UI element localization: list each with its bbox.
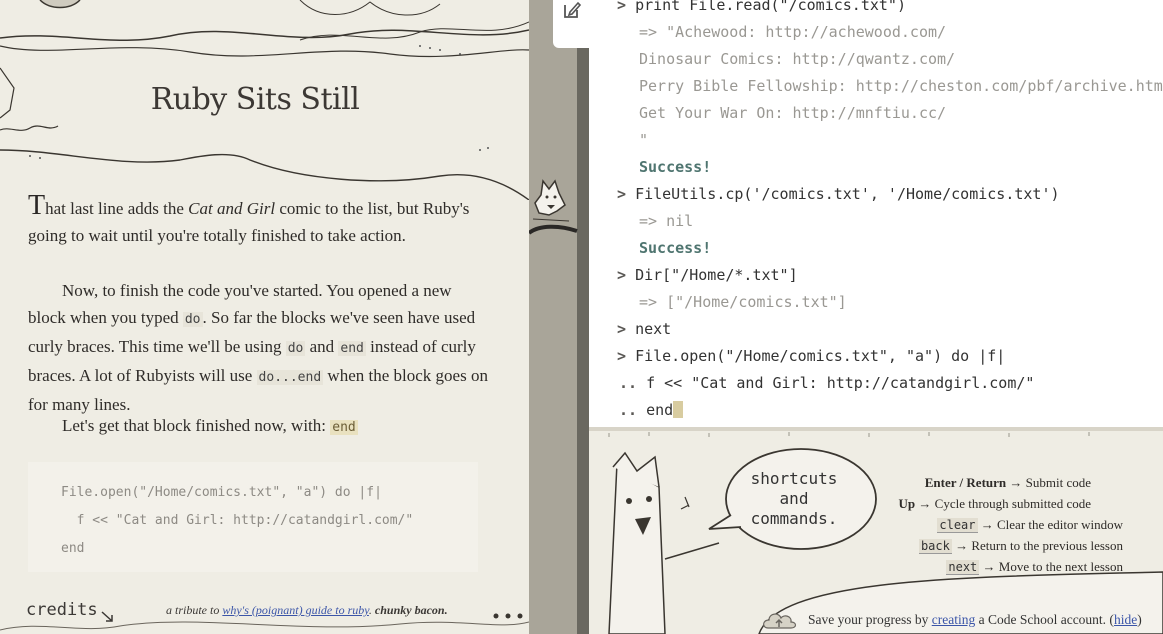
shortcut-row: next → Move to the next lesson: [946, 559, 1123, 575]
console-output-line: => nil: [639, 208, 693, 235]
console-line-text: Success!: [639, 158, 712, 176]
console-prompt: ..: [619, 374, 647, 392]
text-cursor: [673, 401, 684, 418]
console-line-text: print File.read("/comics.txt"): [635, 0, 906, 14]
shortcut-key: back: [918, 539, 952, 554]
shortcut-row: back → Return to the previous lesson: [918, 538, 1123, 554]
code-sample-line: end: [61, 541, 85, 556]
credits-link[interactable]: credits: [26, 600, 98, 620]
console-line-text: File.open("/Home/comics.txt", "a") do |f…: [635, 347, 1006, 365]
console-line-text: ": [639, 131, 649, 149]
console-output-line: Dinosaur Comics: http://qwantz.com/: [639, 46, 955, 73]
inline-code: do...end: [256, 370, 324, 385]
console-input-line: > Dir["/Home/*.txt"]: [617, 262, 798, 289]
shortcut-row: clear → Clear the editor window: [937, 517, 1123, 533]
lesson-paragraph-3: Let's get that block finished now, with:…: [62, 416, 358, 435]
console-output-line: => "Achewood: http://achewood.com/: [639, 19, 946, 46]
console-line-text: Dinosaur Comics: http://qwantz.com/: [639, 50, 956, 68]
console-input-line: .. f << "Cat and Girl: http://catandgirl…: [619, 370, 1034, 397]
console-output-line: => ["/Home/comics.txt"]: [639, 289, 847, 316]
shortcut-description: → Cycle through submitted code: [915, 496, 1091, 511]
console-line-text: Dir["/Home/*.txt"]: [635, 266, 798, 284]
shortcuts-panel: shortcuts and commands. Enter / Return →…: [589, 427, 1163, 634]
drop-cap: T: [28, 190, 46, 221]
shortcut-description: → Return to the previous lesson: [951, 538, 1123, 553]
console-prompt: ..: [619, 401, 647, 419]
tribute-link[interactable]: why's (poignant) guide to ruby: [222, 603, 369, 617]
console-prompt: >: [617, 266, 636, 284]
shortcut-description: → Submit code: [1006, 475, 1091, 490]
edit-button[interactable]: [553, 0, 589, 48]
shortcut-row: Enter / Return → Submit code: [925, 475, 1091, 491]
console-prompt: >: [617, 0, 636, 14]
console[interactable]: > print File.read("/comics.txt") => "Ach…: [589, 0, 1163, 427]
fox-mascot-icon: [529, 179, 578, 235]
shortcut-description: → Move to the next lesson: [979, 559, 1123, 574]
shortcut-key: Enter / Return: [924, 475, 1007, 490]
console-input-line: > File.open("/Home/comics.txt", "a") do …: [617, 343, 1005, 370]
code-sample: File.open("/Home/comics.txt", "a") do |f…: [28, 462, 478, 572]
inline-code: do: [182, 312, 203, 327]
console-line-text: f << "Cat and Girl: http://catandgirl.co…: [646, 374, 1035, 392]
shortcut-description: → Clear the editor window: [977, 517, 1123, 532]
save-progress-notice: Save your progress by creating a Code Sc…: [808, 612, 1142, 627]
console-output-line: Get Your War On: http://mnftiu.cc/: [639, 100, 946, 127]
create-account-link[interactable]: creating: [932, 612, 975, 627]
code-sample-line: File.open("/Home/comics.txt", "a") do |f…: [61, 485, 382, 500]
lesson-paragraph-2: Now, to finish the code you've started. …: [28, 281, 488, 414]
inline-code: end: [338, 341, 366, 356]
console-line-text: => "Achewood: http://achewood.com/: [639, 23, 947, 41]
divider-track: [577, 0, 589, 634]
tribute-text: a tribute to why's (poignant) guide to r…: [166, 603, 448, 617]
shortcut-key: Up: [898, 496, 916, 511]
console-input-line: > FileUtils.cp('/comics.txt', '/Home/com…: [617, 181, 1060, 208]
console-line-text: next: [635, 320, 672, 338]
panel-divider[interactable]: [529, 0, 589, 634]
inline-code: do: [285, 341, 306, 356]
highlighted-code: end: [330, 420, 358, 435]
console-line-text: Perry Bible Fellowship: http://cheston.c…: [639, 77, 1163, 95]
console-input-line: > print File.read("/comics.txt"): [617, 0, 906, 19]
console-prompt: >: [617, 185, 636, 203]
hide-link[interactable]: hide: [1114, 612, 1137, 627]
console-line-text: Success!: [639, 239, 712, 257]
lesson-panel: Ruby Sits Still That last line adds the …: [0, 0, 529, 634]
arrow-down-right-icon: [101, 611, 113, 622]
console-line-text: FileUtils.cp('/comics.txt', '/Home/comic…: [635, 185, 1060, 203]
lesson-paragraph-1: That last line adds the Cat and Girl com…: [28, 190, 470, 246]
edit-pencil-icon: [564, 1, 582, 18]
console-input-line: .. end: [619, 397, 684, 424]
console-success-line: Success!: [639, 154, 711, 181]
console-input-line: > next: [617, 316, 671, 343]
shortcut-key: clear: [937, 518, 978, 533]
console-success-line: Success!: [639, 235, 711, 262]
console-prompt: >: [617, 320, 636, 338]
console-output-line: Perry Bible Fellowship: http://cheston.c…: [639, 73, 1163, 100]
lesson-title: Ruby Sits Still: [150, 82, 360, 117]
console-line-text: Get Your War On: http://mnftiu.cc/: [639, 104, 947, 122]
console-line-text: => ["/Home/comics.txt"]: [639, 293, 847, 311]
shortcut-key: next: [946, 560, 980, 575]
console-line-text: end: [646, 401, 674, 419]
console-prompt: >: [617, 347, 636, 365]
code-sample-line: f << "Cat and Girl: http://catandgirl.co…: [61, 513, 414, 528]
shortcuts-bubble: shortcuts and commands.: [750, 469, 838, 528]
cloud-upload-icon: [763, 613, 797, 629]
console-output-line: ": [639, 127, 648, 154]
console-line-text: => nil: [639, 212, 694, 230]
shortcut-row: Up → Cycle through submitted code: [899, 496, 1091, 512]
